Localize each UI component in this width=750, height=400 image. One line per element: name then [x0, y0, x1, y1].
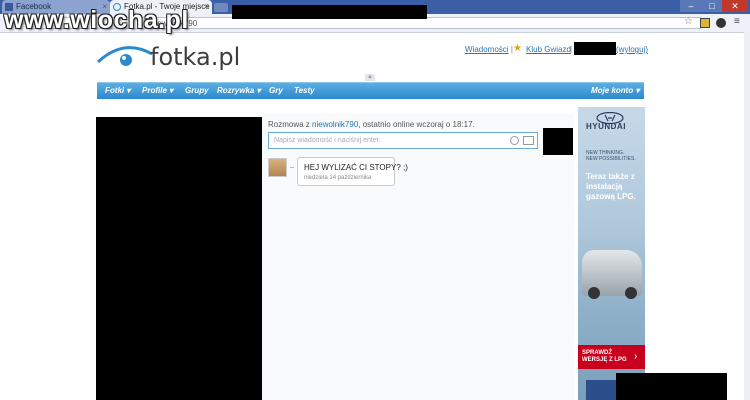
nav-my-account[interactable]: Moje konto ▾: [591, 86, 639, 95]
close-window-button[interactable]: ✕: [722, 0, 748, 12]
ad-tagline: NEW THINKING. NEW POSSIBILITIES.: [586, 150, 636, 162]
stars-club-link-wrap: Klub Gwiazd: [526, 45, 571, 54]
ad-brand: HYUNDAI: [586, 122, 626, 131]
chat-info-prefix: Rozmowa z: [268, 120, 313, 129]
nav-grupy[interactable]: Grupy: [185, 86, 209, 95]
header-links: Wiadomości |: [465, 45, 513, 54]
ad-footer: [586, 380, 616, 400]
redaction-box: [543, 128, 573, 155]
chat-info-suffix: , ostatnio online wczoraj o 18:17.: [358, 120, 475, 129]
message-text: HEJ WYLIZAĆ CI STOPY? ;): [304, 163, 408, 172]
minimize-button[interactable]: –: [680, 0, 702, 12]
ad-cta-line-2: WERSJĘ Z LPG: [582, 357, 627, 363]
maximize-button[interactable]: □: [702, 0, 722, 12]
ad-tagline-2: NEW POSSIBILITIES.: [586, 156, 636, 162]
main-nav: [97, 82, 644, 99]
ad-cta-line-1: SPRAWDŹ: [582, 350, 612, 356]
message-bubble: HEJ WYLIZAĆ CI STOPY? ;) niedziela 14 pa…: [297, 157, 408, 186]
chat-info: Rozmowa z niewolnik790, ostatnio online …: [268, 120, 475, 129]
new-tab-button[interactable]: [214, 3, 228, 12]
redaction-box: [574, 42, 616, 55]
extension-icon[interactable]: [716, 18, 726, 28]
bubble-dot-icon: [290, 167, 294, 168]
messages-link[interactable]: Wiadomości: [465, 45, 509, 54]
stars-club-link[interactable]: Klub Gwiazd: [526, 45, 571, 54]
ad-copy: Teraz także z instalacją gazową LPG.: [586, 172, 636, 201]
nav-gry[interactable]: Gry: [269, 86, 283, 95]
chevron-right-icon: ›: [634, 351, 638, 362]
close-icon[interactable]: ×: [204, 0, 209, 14]
fotka-logo-icon: [96, 46, 153, 66]
emoticon-icon[interactable]: [510, 136, 519, 145]
menu-icon[interactable]: ≡: [734, 16, 740, 27]
message-input[interactable]: Napisz wiadomość i naciśnij enter.: [268, 132, 538, 149]
message-date: niedziela 14 października: [304, 175, 372, 181]
nav-testy[interactable]: Testy: [294, 86, 315, 95]
ad-car-wheel: [625, 287, 637, 299]
logout-link[interactable]: (wyloguj): [616, 45, 648, 54]
collapse-handle[interactable]: ▲: [365, 74, 375, 81]
redaction-box: [96, 117, 262, 400]
logout-link-wrap: (wyloguj): [616, 45, 648, 54]
nav-rozrywka[interactable]: Rozrywka ▾: [217, 86, 261, 95]
scrollbar[interactable]: [744, 32, 750, 400]
redaction-box: [616, 373, 727, 400]
chat-nick-link[interactable]: niewolnik790: [312, 120, 358, 129]
ad-cta-text: SPRAWDŹ WERSJĘ Z LPG: [582, 350, 627, 364]
ad-car-wheel: [588, 287, 600, 299]
star-icon[interactable]: ☆: [684, 16, 693, 27]
nav-fotki[interactable]: Fotki ▾: [105, 86, 130, 95]
message-input-placeholder: Napisz wiadomość i naciśnij enter.: [274, 137, 381, 144]
watermark: www.wiocha.pl: [4, 6, 189, 34]
avatar[interactable]: [268, 158, 287, 177]
star-icon: ★: [513, 43, 522, 54]
image-icon[interactable]: [523, 136, 534, 145]
site-logo[interactable]: fotka.pl: [150, 43, 240, 71]
separator: |: [570, 45, 573, 54]
redaction-box: [232, 5, 427, 19]
extension-icon[interactable]: [700, 18, 710, 28]
nav-profile[interactable]: Profile ▾: [142, 86, 173, 95]
